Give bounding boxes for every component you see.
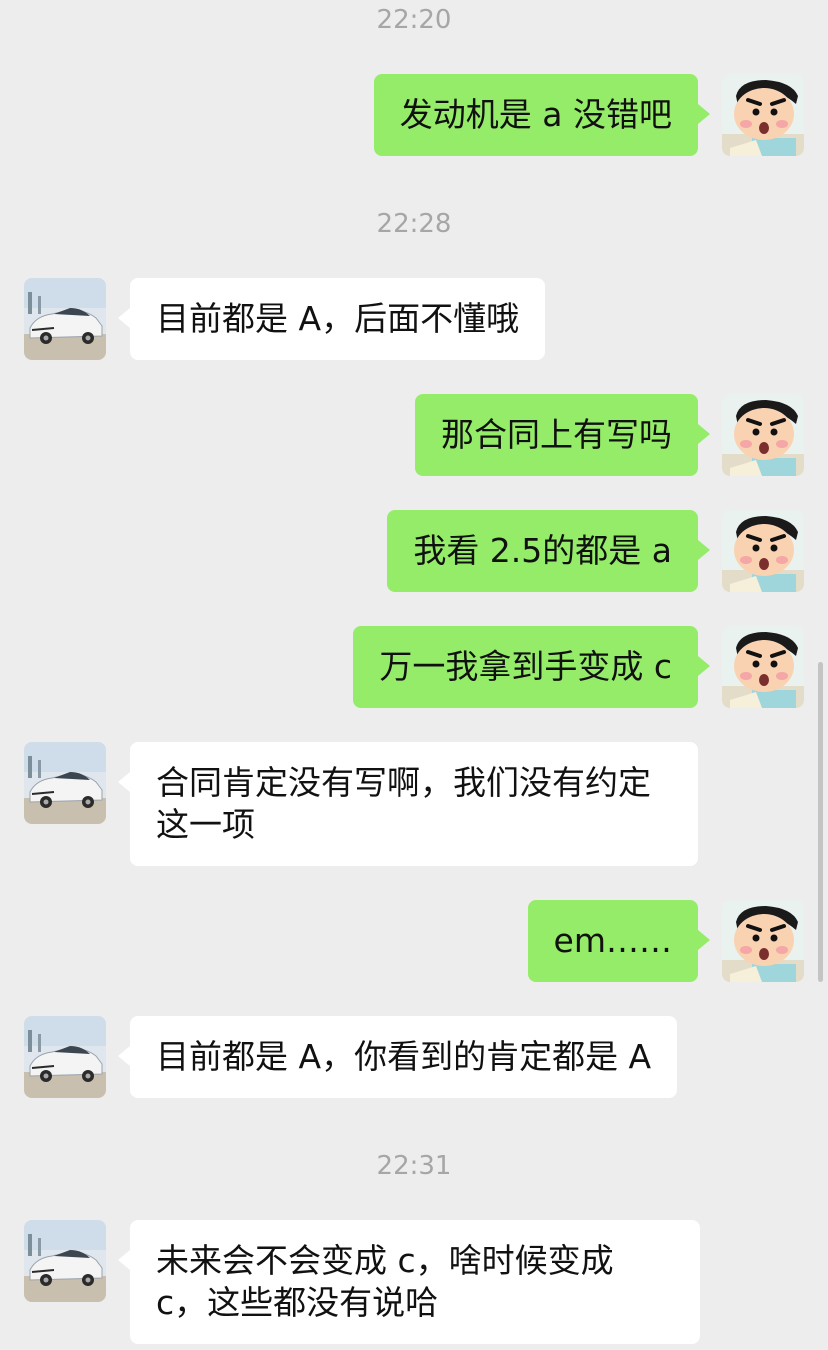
message-bubble-self[interactable]: em…… bbox=[527, 900, 711, 982]
white-sedan-car-avatar-icon bbox=[24, 1016, 106, 1098]
cartoon-boy-avatar-icon bbox=[722, 394, 804, 476]
contact-avatar[interactable] bbox=[24, 742, 106, 824]
timestamp: 22:20 bbox=[376, 5, 452, 35]
contact-avatar[interactable] bbox=[24, 1220, 106, 1302]
scrollbar[interactable] bbox=[818, 662, 823, 982]
message-bubble-other[interactable]: 目前都是 A，后面不懂哦 bbox=[117, 278, 546, 360]
white-sedan-car-avatar-icon bbox=[24, 742, 106, 824]
self-avatar[interactable] bbox=[722, 74, 804, 156]
cartoon-boy-avatar-icon bbox=[722, 74, 804, 156]
cartoon-boy-avatar-icon bbox=[722, 510, 804, 592]
message-bubble-other[interactable]: 目前都是 A，你看到的肯定都是 A bbox=[117, 1016, 678, 1098]
message-bubble-other[interactable]: 合同肯定没有写啊，我们没有约定这一项 bbox=[118, 742, 698, 866]
message-bubble-self[interactable]: 那合同上有写吗 bbox=[415, 394, 710, 476]
self-avatar[interactable] bbox=[722, 900, 804, 982]
white-sedan-car-avatar-icon bbox=[24, 1220, 106, 1302]
white-sedan-car-avatar-icon bbox=[24, 278, 106, 360]
message-bubble-self[interactable]: 万一我拿到手变成 c bbox=[353, 626, 710, 708]
self-avatar[interactable] bbox=[722, 626, 804, 708]
timestamp: 22:31 bbox=[376, 1151, 452, 1181]
contact-avatar[interactable] bbox=[24, 278, 106, 360]
self-avatar[interactable] bbox=[722, 510, 804, 592]
cartoon-boy-avatar-icon bbox=[722, 900, 804, 982]
message-bubble-self[interactable]: 发动机是 a 没错吧 bbox=[373, 74, 711, 156]
cartoon-boy-avatar-icon bbox=[722, 626, 804, 708]
self-avatar[interactable] bbox=[722, 394, 804, 476]
timestamp: 22:28 bbox=[376, 209, 452, 239]
message-bubble-self[interactable]: 我看 2.5的都是 a bbox=[387, 510, 710, 592]
contact-avatar[interactable] bbox=[24, 1016, 106, 1098]
message-bubble-other[interactable]: 未来会不会变成 c，啥时候变成 c，这些都没有说哈 bbox=[118, 1220, 700, 1344]
